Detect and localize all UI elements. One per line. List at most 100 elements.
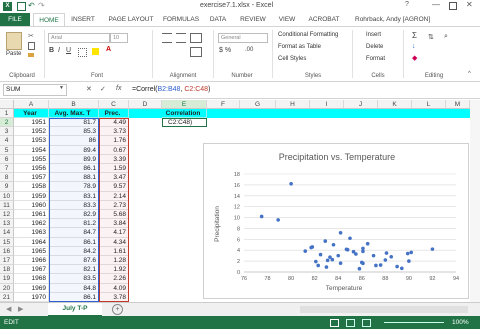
table-cell-year[interactable]: 1955 xyxy=(14,154,49,164)
tab-file[interactable]: FILE xyxy=(0,13,30,26)
zoom-level[interactable]: 100% xyxy=(452,319,469,326)
data-point[interactable] xyxy=(378,263,383,267)
close-icon[interactable]: ✕ xyxy=(466,0,473,9)
align-icon[interactable] xyxy=(162,33,172,43)
wrap-text-icon[interactable] xyxy=(190,33,202,43)
row-header[interactable]: 6 xyxy=(0,154,14,164)
data-point[interactable] xyxy=(314,259,318,264)
table-cell-p[interactable]: 3.84 xyxy=(99,219,129,229)
table-cell-t[interactable]: 89.9 xyxy=(49,154,99,164)
data-point[interactable] xyxy=(405,251,410,256)
data-point[interactable] xyxy=(354,252,358,256)
tab-insert[interactable]: INSERT xyxy=(66,13,100,26)
table-cell-p[interactable]: 3.73 xyxy=(99,127,129,137)
table-cell-t[interactable]: 85.3 xyxy=(49,127,99,137)
paste-button[interactable]: Paste xyxy=(6,51,21,57)
table-cell-p[interactable]: 2.26 xyxy=(99,274,129,284)
copy-icon[interactable] xyxy=(28,42,35,50)
column-header-m[interactable]: M xyxy=(446,100,470,109)
table-cell-p[interactable]: 3.39 xyxy=(99,154,129,164)
header-avg-max-t[interactable]: Avg. Max. T xyxy=(49,109,99,118)
data-point[interactable] xyxy=(389,254,394,259)
number-format-combo[interactable]: General xyxy=(218,33,268,43)
row-header[interactable]: 11 xyxy=(0,200,14,210)
table-cell-year[interactable]: 1951 xyxy=(14,118,49,128)
format-as-table-button[interactable]: Format as Table xyxy=(278,44,321,50)
collapse-ribbon-icon[interactable]: ^ xyxy=(468,71,471,77)
fill-icon[interactable]: ↓ xyxy=(412,43,416,50)
row-header[interactable]: 2 xyxy=(0,118,14,128)
table-cell-p[interactable]: 2.14 xyxy=(99,191,129,201)
table-cell-p[interactable]: 4.09 xyxy=(99,283,129,293)
table-cell-year[interactable]: 1966 xyxy=(14,256,49,266)
italic-icon[interactable]: I xyxy=(58,47,60,54)
font-name-combo[interactable]: Arial xyxy=(48,33,110,43)
table-cell-p[interactable]: 1.59 xyxy=(99,164,129,174)
row-header[interactable]: 8 xyxy=(0,173,14,183)
sheet-tab-july-tp[interactable]: July T-P xyxy=(48,303,102,317)
help-icon[interactable]: ? xyxy=(405,1,409,8)
borders-icon[interactable] xyxy=(78,48,87,57)
underline-icon[interactable]: U xyxy=(66,47,71,54)
data-point[interactable] xyxy=(259,214,264,219)
add-sheet-icon[interactable]: + xyxy=(112,304,123,315)
scatter-chart[interactable]: Precipitation vs. Temperature Temperatur… xyxy=(203,143,469,299)
data-point[interactable] xyxy=(345,247,350,252)
row-header[interactable]: 19 xyxy=(0,274,14,284)
column-header-l[interactable]: L xyxy=(412,100,446,109)
active-cell-e2[interactable]: C2:C48) xyxy=(162,118,207,127)
cell-styles-button[interactable]: Cell Styles xyxy=(278,56,306,62)
table-cell-t[interactable]: 84.7 xyxy=(49,228,99,238)
normal-view-icon[interactable] xyxy=(330,319,339,327)
table-cell-year[interactable]: 1958 xyxy=(14,182,49,192)
table-cell-t[interactable]: 87.6 xyxy=(49,256,99,266)
row-header[interactable]: 21 xyxy=(0,292,14,302)
data-point[interactable] xyxy=(371,253,376,258)
data-point[interactable] xyxy=(361,249,365,254)
tab-home[interactable]: HOME xyxy=(33,13,65,26)
horizontal-scrollbar[interactable] xyxy=(300,306,468,313)
find-select-icon[interactable]: ⌕ xyxy=(444,33,448,41)
vertical-scrollbar[interactable] xyxy=(470,100,480,302)
table-cell-year[interactable]: 1963 xyxy=(14,228,49,238)
table-cell-year[interactable]: 1961 xyxy=(14,210,49,220)
table-cell-p[interactable]: 2.73 xyxy=(99,200,129,210)
cancel-icon[interactable]: ✕ xyxy=(86,85,92,93)
header-prec[interactable]: Prec. xyxy=(99,109,129,118)
tab-review[interactable]: REVIEW xyxy=(236,13,270,26)
table-cell-t[interactable]: 86.1 xyxy=(49,237,99,247)
data-point[interactable] xyxy=(325,258,330,263)
table-cell-year[interactable]: 1970 xyxy=(14,292,49,302)
table-cell-t[interactable]: 88.1 xyxy=(49,173,99,183)
column-header-g[interactable]: G xyxy=(240,100,276,109)
data-point[interactable] xyxy=(316,263,320,268)
row-header[interactable]: 18 xyxy=(0,265,14,275)
fill-color-icon[interactable] xyxy=(92,48,99,55)
data-point[interactable] xyxy=(276,218,280,222)
row-header[interactable]: 14 xyxy=(0,228,14,238)
table-cell-t[interactable]: 84.2 xyxy=(49,246,99,256)
table-cell-p[interactable]: 1.76 xyxy=(99,136,129,146)
data-point[interactable] xyxy=(348,236,352,241)
page-break-view-icon[interactable] xyxy=(362,319,371,327)
tab-formulas[interactable]: FORMULAS xyxy=(161,13,201,26)
table-cell-p[interactable]: 0.67 xyxy=(99,145,129,155)
table-cell-t[interactable]: 86.1 xyxy=(49,292,99,302)
row-header[interactable]: 12 xyxy=(0,210,14,220)
table-cell-p[interactable]: 4.17 xyxy=(99,228,129,238)
column-header-d[interactable]: D xyxy=(129,100,162,109)
user-name[interactable]: Rohrback, Andy [AGRON] xyxy=(355,16,430,23)
table-cell-p[interactable]: 4.34 xyxy=(99,237,129,247)
data-point[interactable] xyxy=(400,266,404,271)
table-cell-year[interactable]: 1954 xyxy=(14,145,49,155)
tab-view[interactable]: VIEW xyxy=(274,13,300,26)
tab-data[interactable]: DATA xyxy=(205,13,231,26)
table-cell-t[interactable]: 81.7 xyxy=(49,118,99,128)
table-cell-p[interactable]: 5.68 xyxy=(99,210,129,220)
row-header[interactable]: 9 xyxy=(0,182,14,192)
data-point[interactable] xyxy=(361,261,365,266)
table-cell-year[interactable]: 1957 xyxy=(14,173,49,183)
name-box[interactable]: SUM xyxy=(3,84,67,96)
table-cell-year[interactable]: 1962 xyxy=(14,219,49,229)
row-header-1[interactable]: 1 xyxy=(0,109,14,118)
